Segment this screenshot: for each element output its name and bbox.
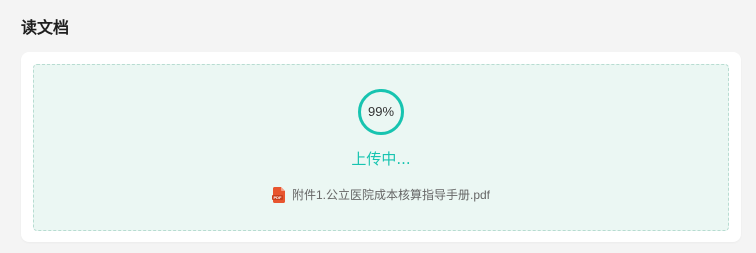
page-title: 读文档 (21, 18, 70, 37)
svg-text:PDF: PDF (273, 195, 282, 200)
pdf-file-icon: PDF (271, 187, 286, 203)
progress-percent-label: 99% (367, 104, 395, 119)
upload-progress-ring: 99% (357, 88, 405, 136)
uploaded-file-name: 附件1.公立医院成本核算指导手册.pdf (291, 188, 491, 202)
uploaded-file-row: PDF 附件1.公立医院成本核算指导手册.pdf (34, 187, 728, 203)
upload-status-text: 上传中... (351, 150, 411, 168)
upload-dropzone[interactable]: 99% 上传中... PDF 附件1.公立医院成本核算指导手册.pdf (33, 64, 729, 231)
upload-card: 99% 上传中... PDF 附件1.公立医院成本核算指导手册.pdf (21, 52, 741, 242)
